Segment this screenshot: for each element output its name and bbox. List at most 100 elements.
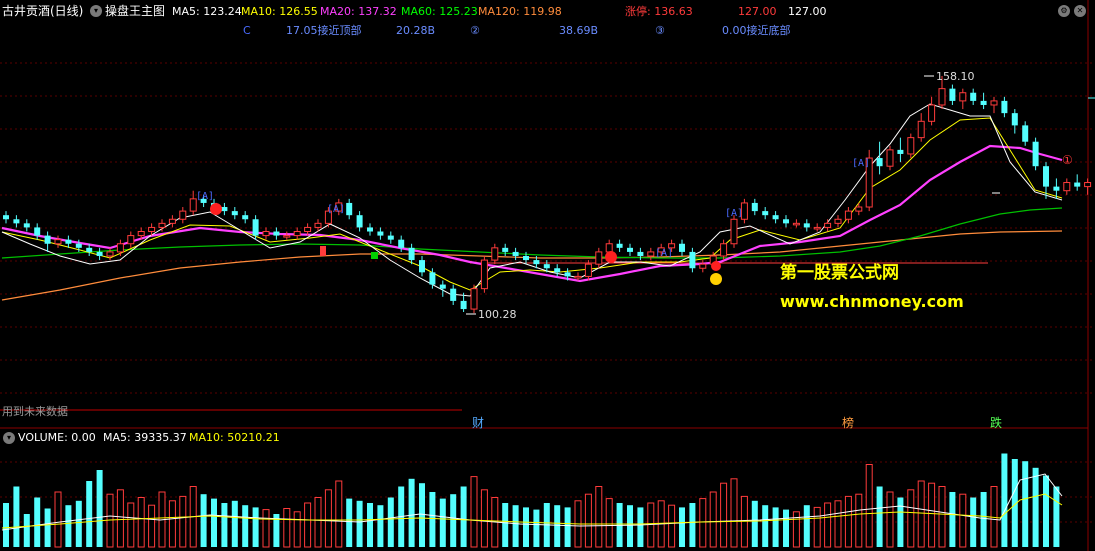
volume-bar (709, 491, 717, 548)
dropdown-icon[interactable]: ▾ (90, 5, 102, 17)
volume-bar (783, 509, 789, 547)
volume-bar (855, 493, 863, 548)
volume-bar (148, 504, 156, 548)
close-value: 127.00 (788, 5, 827, 18)
info-near-bottom: 0.00接近底部 (722, 24, 791, 37)
stock-title: 古井贡酒(日线) (2, 4, 84, 18)
candle (730, 218, 738, 245)
candle (252, 219, 259, 236)
candle (304, 226, 312, 233)
candle (179, 210, 187, 220)
candle (1011, 113, 1018, 126)
volume-bar (252, 507, 259, 547)
signal-label-a4: [A] (725, 208, 743, 219)
money-marker (710, 273, 722, 285)
volume-bar (65, 505, 72, 547)
volume-bar (907, 489, 915, 548)
candle (824, 222, 832, 228)
volume-ma5: MA5: 39335.37 (103, 431, 187, 444)
candle (480, 259, 488, 290)
volume-bar (1053, 486, 1060, 547)
volume-bars-group (3, 453, 1060, 548)
volume-bar (876, 486, 883, 547)
volume-bar (1043, 475, 1049, 547)
volume-bar (293, 511, 301, 548)
volume-bar (44, 508, 51, 547)
signal-label-a3: [A] (655, 248, 673, 259)
candle (574, 275, 582, 279)
volume-bar (450, 494, 457, 547)
candle (554, 268, 561, 273)
info-c: C (243, 24, 251, 37)
candle (127, 235, 135, 245)
candle (293, 231, 301, 237)
candle (679, 243, 685, 252)
future-data-warning: 用到未来数据 (2, 405, 68, 418)
signal-label-a5: [A] (852, 158, 870, 169)
close-icon[interactable]: ✕ (1074, 5, 1086, 17)
candle (54, 239, 62, 245)
candle (1084, 182, 1092, 188)
candle (783, 219, 789, 224)
volume-bar (564, 507, 571, 547)
candle (168, 218, 176, 224)
candle (1001, 100, 1008, 114)
limit-down-value: 127.00 (738, 5, 777, 18)
volume-bar (554, 505, 561, 547)
candle (367, 227, 373, 232)
volume-bar (168, 500, 176, 548)
volume-bar (221, 503, 228, 547)
candlestick-chart[interactable]: [A] [A] [A] [A] [A] (0, 0, 1095, 551)
candle (595, 251, 603, 265)
volume-bar (751, 500, 758, 547)
candle (980, 100, 987, 105)
volume-bar (512, 505, 519, 547)
volume-bar (637, 507, 644, 547)
volume-bar (408, 478, 415, 547)
indicator-name[interactable]: 操盘王主图 (105, 4, 165, 18)
candle (23, 223, 30, 228)
volume-bar (834, 500, 842, 548)
volume-bar (668, 504, 676, 548)
candle (314, 222, 322, 228)
candle (377, 231, 384, 236)
candle (834, 218, 842, 224)
volume-bar (304, 502, 312, 548)
volume-bar (346, 498, 353, 547)
candle (429, 272, 436, 285)
volume-bar (844, 495, 852, 548)
volume-bar (3, 503, 9, 547)
candle (938, 88, 946, 106)
volume-bar (627, 505, 633, 547)
ma120-value: MA120: 119.98 (478, 5, 562, 18)
info-circle-3: ③ (655, 24, 665, 37)
moving-average-lines (1, 103, 1063, 301)
volume-bar (897, 497, 904, 547)
candle (813, 226, 821, 230)
settings-icon[interactable]: ⚙ (1058, 5, 1070, 17)
volume-bar (86, 481, 93, 547)
candle (231, 211, 238, 216)
ma10-value: MA10: 126.55 (241, 5, 318, 18)
volume-bar (813, 506, 821, 548)
volume-bar (314, 497, 322, 548)
volume-dropdown-icon[interactable]: ▾ (3, 432, 15, 444)
candle (886, 149, 894, 167)
volume-bar (689, 503, 696, 547)
candle (970, 92, 977, 101)
volume-bar (387, 497, 394, 547)
volume-bar (938, 486, 946, 548)
candle (148, 226, 156, 233)
ma60-line (1, 207, 1063, 259)
candle (751, 202, 758, 212)
candle (917, 120, 925, 139)
volume-bar (803, 505, 810, 547)
volume-bar (137, 497, 145, 548)
candle (523, 256, 529, 261)
candle (959, 92, 967, 102)
green-square-marker (371, 252, 378, 259)
info-near-top: 17.05接近顶部 (286, 24, 362, 37)
candle (803, 223, 810, 228)
volume-bar (970, 497, 977, 547)
signal-label-a1: [A] (196, 191, 214, 202)
